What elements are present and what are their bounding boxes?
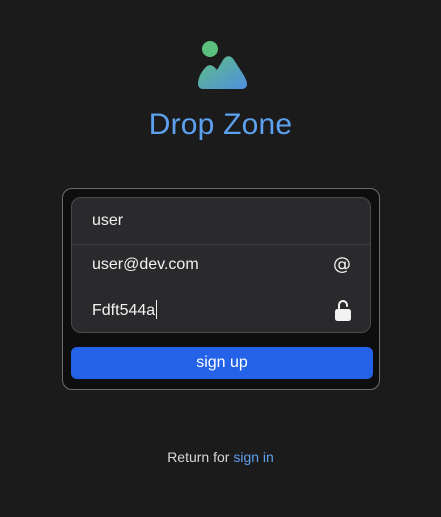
sign-up-button[interactable]: sign up: [71, 347, 373, 379]
email-field[interactable]: user@dev.com @: [72, 244, 370, 288]
image-landscape-icon: [198, 41, 247, 89]
signin-prompt: Return for sign in: [0, 449, 441, 465]
username-field[interactable]: user: [72, 200, 370, 245]
return-prompt-text: Return for: [167, 449, 230, 465]
username-value: user: [92, 212, 124, 229]
password-value: Fdft544a: [92, 302, 156, 319]
signup-page: Drop Zone user user@dev.com @ Fdft544a s…: [0, 0, 441, 517]
password-value-wrap: Fdft544a: [92, 300, 158, 320]
signup-card: user user@dev.com @ Fdft544a sign up: [62, 188, 380, 390]
signup-fields-group: user user@dev.com @ Fdft544a: [71, 197, 371, 333]
sign-in-link[interactable]: sign in: [233, 449, 273, 465]
text-caret: [156, 300, 158, 319]
password-field[interactable]: Fdft544a: [72, 288, 370, 332]
at-icon: @: [333, 254, 351, 275]
unlocked-lock-icon[interactable]: [334, 299, 352, 321]
app-title: Drop Zone: [148, 108, 293, 141]
email-value: user@dev.com: [92, 256, 199, 273]
